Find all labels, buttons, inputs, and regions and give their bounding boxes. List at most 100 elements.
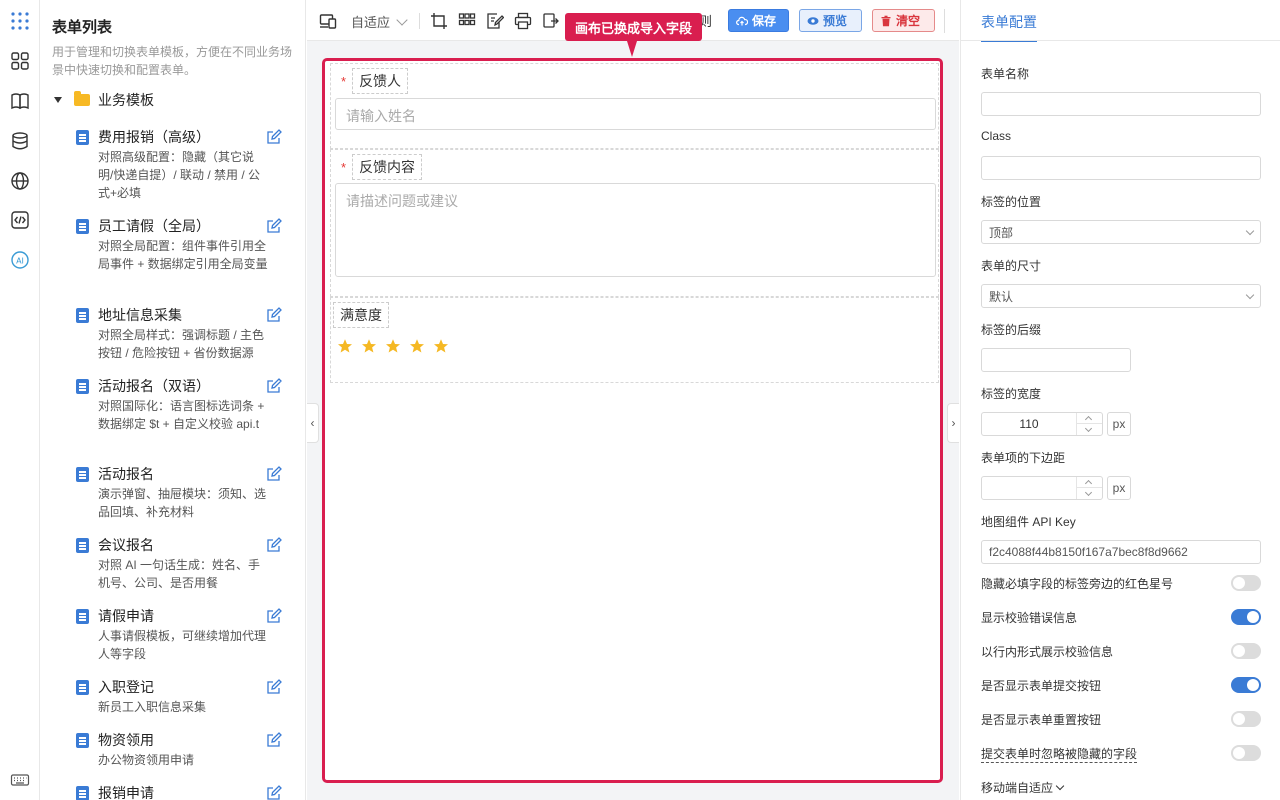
toggle-switch[interactable]: [1231, 575, 1261, 591]
edit-icon[interactable]: [266, 129, 282, 145]
switch-label: 隐藏必填字段的标签旁边的红色星号: [981, 577, 1174, 591]
star-icon[interactable]: [409, 338, 425, 354]
field-label: 满意度: [333, 302, 389, 328]
document-icon: [76, 733, 89, 748]
import-icon[interactable]: [542, 12, 560, 30]
tab-form-config[interactable]: 表单配置: [981, 12, 1037, 42]
toggle-switch[interactable]: [1231, 609, 1261, 625]
template-item-title[interactable]: 活动报名: [98, 464, 154, 484]
name-input[interactable]: 请输入姓名: [335, 98, 936, 130]
unit-px: px: [1107, 412, 1131, 436]
form-name-label: 表单名称: [981, 67, 1030, 81]
mobile-adaptive-label: 移动端自适应: [981, 781, 1054, 795]
edit-icon[interactable]: [266, 378, 282, 394]
tab-underline: [961, 40, 1280, 41]
edit-icon[interactable]: [266, 307, 282, 323]
device-icon[interactable]: [319, 12, 337, 30]
grid-icon[interactable]: [458, 12, 476, 30]
collapse-right-button[interactable]: ›: [947, 403, 959, 443]
edit-icon[interactable]: [266, 732, 282, 748]
document-icon: [76, 609, 89, 624]
label-position-select[interactable]: 顶部: [981, 220, 1261, 244]
field-label: 反馈人: [352, 68, 409, 94]
template-item-desc: 对照 AI 一句话生成：姓名、手机号、公司、是否用餐: [98, 558, 261, 590]
clear-button[interactable]: 清空: [872, 9, 935, 32]
collapse-left-button[interactable]: ‹: [307, 403, 319, 443]
map-key-input[interactable]: f2c4088f44b8150f167a7bec8f8d9662: [981, 540, 1261, 564]
edit-icon[interactable]: [266, 608, 282, 624]
folder-business-templates[interactable]: 业务模板: [52, 90, 154, 110]
label-suffix-input[interactable]: [981, 348, 1131, 372]
database-icon[interactable]: [9, 130, 31, 152]
save-button[interactable]: 保存: [728, 9, 789, 32]
edit-form-icon[interactable]: [486, 12, 505, 30]
mobile-adaptive-toggle[interactable]: 移动端自适应: [981, 779, 1065, 796]
print-icon[interactable]: [514, 12, 532, 30]
edit-icon[interactable]: [266, 537, 282, 553]
item-margin-label: 表单项的下边距: [981, 451, 1066, 465]
book-icon[interactable]: [9, 90, 31, 112]
map-key-label: 地图组件 API Key: [981, 515, 1076, 529]
template-item-title[interactable]: 会议报名: [98, 535, 154, 555]
template-item-title[interactable]: 费用报销（高级）: [98, 127, 210, 147]
canvas-tooltip: 画布已换成导入字段: [565, 13, 703, 57]
keyboard-icon[interactable]: [9, 769, 31, 791]
template-item-desc: 办公物资领用申请: [98, 753, 195, 767]
form-name-input[interactable]: [981, 92, 1261, 116]
layout-select-value: 自适应: [351, 15, 391, 30]
field-feedback-content[interactable]: * 反馈内容 请描述问题或建议: [330, 149, 939, 297]
star-icon[interactable]: [337, 338, 353, 354]
trash-icon: [881, 15, 891, 26]
template-item-title[interactable]: 活动报名（双语）: [98, 376, 210, 396]
spinner-arrows-icon[interactable]: [1076, 477, 1102, 499]
edit-icon[interactable]: [266, 785, 282, 800]
field-feedback-person[interactable]: * 反馈人 请输入姓名: [330, 63, 939, 149]
edit-icon[interactable]: [266, 218, 282, 234]
crop-frame-icon[interactable]: [430, 12, 448, 30]
label-width-stepper[interactable]: 110: [981, 412, 1103, 436]
toggle-switch[interactable]: [1231, 643, 1261, 659]
toggle-switch[interactable]: [1231, 677, 1261, 693]
toggle-switch[interactable]: [1231, 711, 1261, 727]
star-icon[interactable]: [433, 338, 449, 354]
template-item-title[interactable]: 物资领用: [98, 730, 154, 750]
edit-icon[interactable]: [266, 466, 282, 482]
class-input[interactable]: [981, 156, 1261, 180]
content-textarea[interactable]: 请描述问题或建议: [335, 183, 936, 277]
template-item-title[interactable]: 请假申请: [98, 606, 154, 626]
spinner-arrows-icon[interactable]: [1076, 413, 1102, 435]
label-position-value: 顶部: [989, 225, 1014, 240]
components-icon[interactable]: [9, 50, 31, 72]
star-icon[interactable]: [385, 338, 401, 354]
layout-select[interactable]: 自适应: [351, 12, 408, 31]
globe-icon[interactable]: [9, 170, 31, 192]
ai-icon[interactable]: AI: [9, 249, 31, 271]
template-item-title[interactable]: 员工请假（全局）: [98, 216, 210, 236]
template-item-title[interactable]: 报销申请: [98, 783, 154, 800]
star-icon[interactable]: [361, 338, 377, 354]
item-margin-stepper[interactable]: [981, 476, 1103, 500]
chevron-down-icon: [1245, 290, 1255, 299]
template-list-description: 用于管理和切换表单模板，方便在不同业务场景中快速切换和配置表单。: [52, 45, 293, 77]
document-icon: [76, 786, 89, 800]
edit-icon[interactable]: [266, 679, 282, 695]
apps-grid-icon[interactable]: [9, 10, 31, 32]
template-item-desc: 对照全局样式：强调标题 / 主色按钮 / 危险按钮 + 省份数据源: [98, 328, 265, 360]
unit-px: px: [1107, 476, 1131, 500]
template-item-desc: 对照国际化：语言图标选词条 + 数据绑定 $t + 自定义校验 api.t: [98, 399, 265, 431]
save-label: 保存: [752, 14, 777, 28]
form-canvas[interactable]: * 反馈人 请输入姓名 * 反馈内容 请描述问题或建议 满意度: [322, 58, 943, 783]
rating-stars[interactable]: [337, 338, 449, 354]
caret-down-icon[interactable]: [54, 97, 62, 103]
canvas-area: * 反馈人 请输入姓名 * 反馈内容 请描述问题或建议 满意度: [307, 41, 959, 800]
label-width-value: 110: [1019, 417, 1039, 431]
template-item-title[interactable]: 地址信息采集: [98, 305, 182, 325]
required-asterisk: *: [341, 159, 347, 175]
form-size-select[interactable]: 默认: [981, 284, 1261, 308]
preview-button[interactable]: 预览: [799, 9, 862, 32]
template-item-title[interactable]: 入职登记: [98, 677, 154, 697]
toggle-switch[interactable]: [1231, 745, 1261, 761]
field-satisfaction[interactable]: 满意度: [330, 297, 939, 383]
icon-rail: AI: [0, 0, 40, 800]
code-icon[interactable]: [9, 209, 31, 231]
